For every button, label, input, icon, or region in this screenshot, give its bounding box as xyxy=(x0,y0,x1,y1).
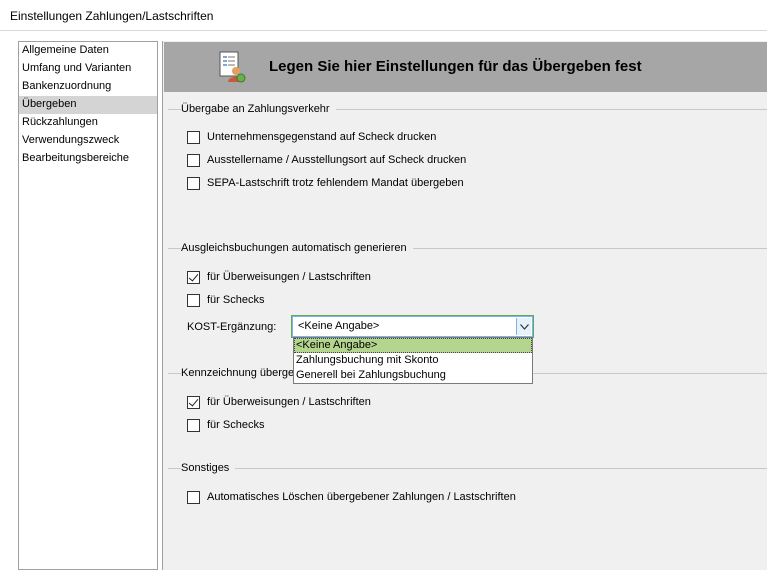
kost-ergaenzung-dropdown-list[interactable]: <Keine Angabe> Zahlungsbuchung mit Skont… xyxy=(293,337,533,384)
checkbox-box[interactable] xyxy=(187,293,200,307)
checkbox-label: für Schecks xyxy=(207,294,265,306)
title-bar: Einstellungen Zahlungen/Lastschriften xyxy=(0,0,767,31)
kost-ergaenzung-label: KOST-Ergänzung: xyxy=(187,321,277,333)
checkbox-label: für Überweisungen / Lastschriften xyxy=(207,271,371,283)
checkbox-kennzeichnung-schecks[interactable]: für Schecks xyxy=(187,417,264,433)
checkbox-box[interactable] xyxy=(187,176,200,190)
group-title-sonstiges: Sonstiges xyxy=(181,461,236,475)
nav-item-allgemeine-daten[interactable]: Allgemeine Daten xyxy=(19,42,157,60)
nav-item-umfang-und-varianten[interactable]: Umfang und Varianten xyxy=(19,60,157,78)
chevron-down-icon[interactable] xyxy=(516,318,531,335)
checkbox-label: für Schecks xyxy=(207,419,265,431)
checkbox-kennzeichnung-ueberweisungen[interactable]: für Überweisungen / Lastschriften xyxy=(187,394,371,410)
checkbox-ausstellername[interactable]: Ausstellername / Ausstellungsort auf Sch… xyxy=(187,152,466,168)
nav-item-rueckzahlungen[interactable]: Rückzahlungen xyxy=(19,114,157,132)
checkbox-label: Unternehmensgegenstand auf Scheck drucke… xyxy=(207,131,437,143)
checkbox-label: SEPA-Lastschrift trotz fehlendem Mandat … xyxy=(207,177,464,189)
checkbox-box[interactable] xyxy=(187,153,200,167)
group-title-ausgleichsbuchungen: Ausgleichsbuchungen automatisch generier… xyxy=(181,241,413,255)
checkbox-box[interactable] xyxy=(187,418,200,432)
checkbox-ausgleich-ueberweisungen[interactable]: für Überweisungen / Lastschriften xyxy=(187,269,371,285)
kost-ergaenzung-combobox[interactable]: <Keine Angabe> xyxy=(291,315,534,338)
checkbox-box[interactable] xyxy=(187,270,200,284)
group-title-zahlungsverkehr: Übergabe an Zahlungsverkehr xyxy=(181,102,336,116)
checkbox-box[interactable] xyxy=(187,130,200,144)
nav-item-bankenzuordnung[interactable]: Bankenzuordnung xyxy=(19,78,157,96)
nav-item-bearbeitungsbereiche[interactable]: Bearbeitungsbereiche xyxy=(19,150,157,168)
dropdown-option-zahlungsbuchung-mit-skonto[interactable]: Zahlungsbuchung mit Skonto xyxy=(294,353,532,368)
page-banner: Legen Sie hier Einstellungen für das Übe… xyxy=(164,42,767,92)
settings-nav-list[interactable]: Allgemeine Daten Umfang und Varianten Ba… xyxy=(18,41,158,570)
checkbox-automatisches-loeschen[interactable]: Automatisches Löschen übergebener Zahlun… xyxy=(187,489,516,505)
dropdown-option-keine-angabe[interactable]: <Keine Angabe> xyxy=(294,338,532,353)
checkbox-label: Automatisches Löschen übergebener Zahlun… xyxy=(207,491,516,503)
checkbox-box[interactable] xyxy=(187,490,200,504)
nav-item-uebergeben[interactable]: Übergeben xyxy=(19,96,157,114)
checkbox-box[interactable] xyxy=(187,395,200,409)
page-title: Legen Sie hier Einstellungen für das Übe… xyxy=(269,58,642,75)
checkbox-label: für Überweisungen / Lastschriften xyxy=(207,396,371,408)
checkbox-label: Ausstellername / Ausstellungsort auf Sch… xyxy=(207,154,467,166)
checkbox-unternehmensgegenstand[interactable]: Unternehmensgegenstand auf Scheck drucke… xyxy=(187,129,436,145)
settings-panel: Legen Sie hier Einstellungen für das Übe… xyxy=(162,41,767,570)
group-title-kennzeichnung: Kennzeichnung überge xyxy=(181,366,301,380)
checkbox-ausgleich-schecks[interactable]: für Schecks xyxy=(187,292,264,308)
nav-item-verwendungszweck[interactable]: Verwendungszweck xyxy=(19,132,157,150)
dropdown-option-generell-bei-zahlungsbuchung[interactable]: Generell bei Zahlungsbuchung xyxy=(294,368,532,383)
settings-document-icon xyxy=(219,51,246,83)
combobox-value: <Keine Angabe> xyxy=(298,320,380,332)
checkbox-sepa-lastschrift[interactable]: SEPA-Lastschrift trotz fehlendem Mandat … xyxy=(187,175,464,191)
group-divider xyxy=(168,468,767,469)
window-title: Einstellungen Zahlungen/Lastschriften xyxy=(10,9,214,23)
